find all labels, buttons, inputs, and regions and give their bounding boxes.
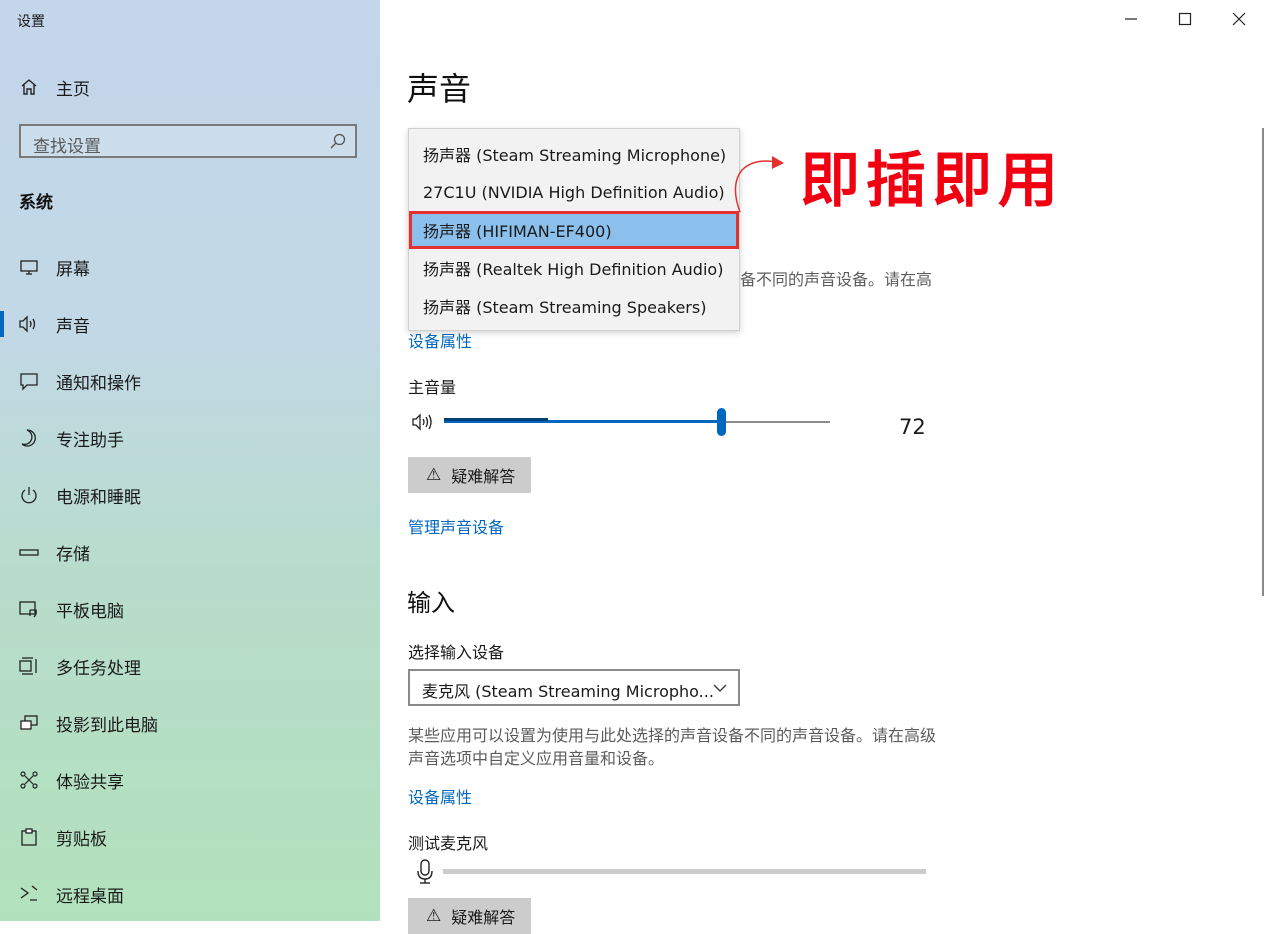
- sidebar-item-focus[interactable]: 专注助手: [0, 418, 380, 458]
- input-troubleshoot-label: 疑难解答: [451, 908, 516, 927]
- notification-icon: [18, 370, 40, 392]
- home-icon: [18, 76, 40, 98]
- volume-speaker-icon[interactable]: [411, 412, 437, 436]
- speaker-icon: [18, 313, 40, 335]
- warning-icon: ⚠: [426, 465, 442, 485]
- sidebar-item-shared-experiences[interactable]: 体验共享: [0, 760, 380, 800]
- app-title: 设置: [17, 14, 45, 30]
- sidebar-item-projecting[interactable]: 投影到此电脑: [0, 703, 380, 743]
- chevron-down-icon: [712, 680, 728, 699]
- sidebar-item-label: 屏幕: [56, 259, 90, 280]
- test-microphone-label: 测试麦克风: [408, 834, 489, 853]
- dropdown-option-selected[interactable]: 扬声器 (HIFIMAN-EF400): [409, 211, 739, 249]
- sidebar-item-label: 专注助手: [56, 430, 124, 451]
- sidebar-item-label: 体验共享: [56, 772, 124, 793]
- search-box[interactable]: 查找设置: [19, 124, 357, 158]
- sidebar-home[interactable]: 主页: [18, 74, 90, 100]
- output-device-properties-link[interactable]: 设备属性: [408, 328, 472, 352]
- sidebar-item-label: 投影到此电脑: [56, 715, 158, 736]
- dropdown-option[interactable]: 扬声器 (Realtek High Definition Audio): [409, 249, 739, 287]
- multitask-icon: [18, 655, 40, 677]
- sidebar-item-label: 多任务处理: [56, 658, 141, 679]
- microphone-icon: [415, 858, 435, 890]
- sidebar-item-label: 声音: [56, 316, 90, 337]
- volume-peak-meter: [444, 418, 549, 421]
- sidebar-item-label: 通知和操作: [56, 373, 141, 394]
- sidebar-item-clipboard[interactable]: 剪贴板: [0, 817, 380, 857]
- moon-icon: [18, 427, 40, 449]
- sidebar-item-remote-desktop[interactable]: 远程桌面: [0, 874, 380, 914]
- power-icon: [18, 484, 40, 506]
- sidebar-item-power[interactable]: 电源和睡眠: [0, 475, 380, 515]
- sidebar-item-sound[interactable]: 声音: [0, 304, 380, 344]
- sidebar-item-display[interactable]: 屏幕: [0, 247, 380, 287]
- project-icon: [18, 712, 40, 734]
- sidebar-item-label: 远程桌面: [56, 886, 124, 907]
- close-button[interactable]: [1224, 6, 1254, 32]
- annotation-text: 即插即用: [800, 146, 1064, 216]
- clipboard-icon: [18, 826, 40, 848]
- input-device-properties-link[interactable]: 设备属性: [408, 784, 472, 808]
- sidebar-item-label: 电源和睡眠: [56, 487, 141, 508]
- sidebar-item-storage[interactable]: 存储: [0, 532, 380, 572]
- output-device-dropdown-list[interactable]: 扬声器 (Steam Streaming Microphone) 27C1U (…: [408, 128, 740, 331]
- tablet-icon: [18, 598, 40, 620]
- microphone-level-meter: [443, 869, 926, 874]
- dropdown-option[interactable]: 扬声器 (Steam Streaming Microphone): [409, 135, 739, 173]
- output-troubleshoot-label: 疑难解答: [451, 467, 516, 486]
- share-icon: [18, 769, 40, 791]
- close-icon: [1232, 12, 1246, 26]
- scrollbar[interactable]: [1262, 128, 1264, 596]
- sidebar: 设置 主页 查找设置 系统 屏幕 声音 通知和操作 专注助手 电源和睡眠 存储 …: [0, 0, 380, 921]
- volume-slider-thumb[interactable]: [717, 408, 727, 436]
- volume-label: 主音量: [408, 378, 457, 397]
- input-heading: 输入: [407, 589, 455, 617]
- volume-value: 72: [899, 415, 926, 439]
- input-device-select-value: 麦克风 (Steam Streaming Micropho...: [422, 682, 714, 701]
- sidebar-item-notifications[interactable]: 通知和操作: [0, 361, 380, 401]
- dropdown-option[interactable]: 27C1U (NVIDIA High Definition Audio): [409, 173, 739, 211]
- maximize-icon: [1178, 12, 1192, 26]
- warning-icon: ⚠: [426, 906, 442, 926]
- output-description-partial: 备不同的声音设备。请在高: [740, 270, 933, 289]
- sidebar-item-label: 剪贴板: [56, 829, 107, 850]
- sidebar-item-label: 平板电脑: [56, 601, 124, 622]
- dropdown-option[interactable]: 扬声器 (Steam Streaming Speakers): [409, 287, 739, 325]
- sidebar-item-tablet[interactable]: 平板电脑: [0, 589, 380, 629]
- search-input[interactable]: 查找设置: [33, 132, 101, 157]
- minimize-icon: [1125, 18, 1137, 20]
- remote-icon: [18, 883, 40, 905]
- output-troubleshoot-button[interactable]: ⚠ 疑难解答: [408, 457, 532, 493]
- minimize-button[interactable]: [1116, 6, 1146, 32]
- input-select-label: 选择输入设备: [408, 643, 505, 662]
- input-device-select[interactable]: 麦克风 (Steam Streaming Micropho...: [408, 669, 740, 706]
- manage-sound-devices-link[interactable]: 管理声音设备: [408, 514, 504, 538]
- storage-icon: [18, 541, 40, 563]
- monitor-icon: [18, 256, 40, 278]
- search-icon[interactable]: [329, 132, 347, 154]
- input-troubleshoot-button[interactable]: ⚠ 疑难解答: [408, 898, 532, 934]
- sidebar-home-label: 主页: [56, 79, 90, 100]
- sidebar-item-multitasking[interactable]: 多任务处理: [0, 646, 380, 686]
- maximize-button[interactable]: [1170, 6, 1200, 32]
- input-description: 某些应用可以设置为使用与此处选择的声音设备不同的声音设备。请在高级声音选项中自定…: [408, 726, 937, 768]
- sidebar-item-label: 存储: [56, 544, 90, 565]
- page-title: 声音: [407, 70, 472, 108]
- section-heading: 系统: [19, 193, 53, 213]
- annotation-arrow: [734, 156, 784, 213]
